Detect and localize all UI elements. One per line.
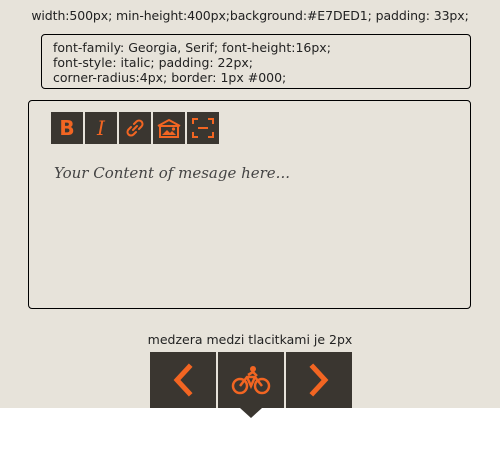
bicycle-icon (231, 366, 271, 395)
chevron-left-icon (173, 363, 193, 397)
message-content[interactable]: Your Content of mesage here... (54, 164, 290, 182)
spec-text-top: width:500px; min-height:400px;background… (31, 8, 469, 23)
editor-toolbar: B I (51, 112, 219, 144)
bike-button[interactable] (218, 352, 284, 418)
fullscreen-icon (192, 118, 214, 138)
link-button[interactable] (119, 112, 151, 144)
panel: width:500px; min-height:400px;background… (0, 0, 500, 418)
chevron-right-icon (309, 363, 329, 397)
active-pointer (240, 408, 262, 418)
link-icon (126, 119, 144, 137)
spec-box: font-family: Georgia, Serif; font-height… (41, 34, 471, 89)
spec-line: font-style: italic; padding: 22px; (53, 55, 254, 70)
nav-buttons (150, 352, 352, 418)
image-button[interactable] (153, 112, 185, 144)
italic-icon: I (97, 116, 105, 140)
bold-icon: B (59, 116, 75, 140)
spec-line: corner-radius:4px; border: 1px #000; (53, 70, 287, 85)
prev-button[interactable] (150, 352, 216, 408)
image-icon (157, 118, 181, 138)
fullscreen-button[interactable] (187, 112, 219, 144)
message-editor[interactable]: B I Your Content of mesage here... (28, 100, 471, 309)
spec-line: font-family: Georgia, Serif; font-height… (53, 40, 331, 55)
next-button[interactable] (286, 352, 352, 408)
gap-note: medzera medzi tlacitkami je 2px (147, 332, 353, 347)
italic-button[interactable]: I (85, 112, 117, 144)
bold-button[interactable]: B (51, 112, 83, 144)
